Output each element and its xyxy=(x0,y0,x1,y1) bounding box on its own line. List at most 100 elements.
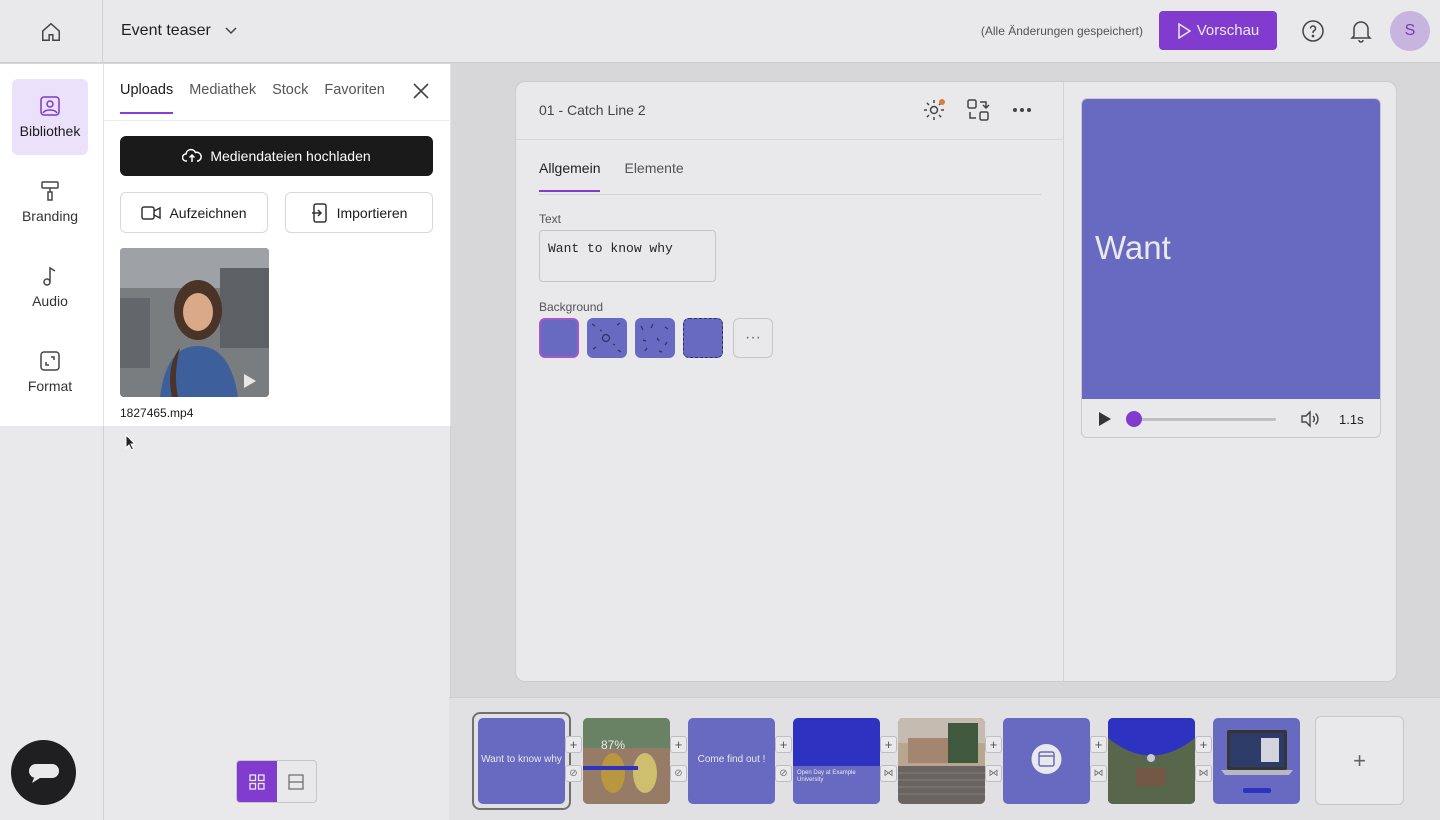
swap-layout-button[interactable] xyxy=(966,98,990,122)
add-scene-after-button[interactable]: + xyxy=(1195,736,1212,753)
preview-canvas: Want xyxy=(1082,99,1380,399)
swap-icon xyxy=(967,99,990,121)
scene-thumbnail-6[interactable] xyxy=(1003,718,1090,804)
scene-thumbnail-8[interactable] xyxy=(1213,718,1300,804)
upload-media-button[interactable]: Mediendateien hochladen xyxy=(120,136,433,176)
scene-thumbnail-4[interactable]: Open Day at Example University xyxy=(793,718,880,804)
list-view-button[interactable] xyxy=(277,761,317,802)
add-scene-after-button[interactable]: + xyxy=(1090,736,1107,753)
seek-handle[interactable] xyxy=(1126,411,1142,427)
preview-button[interactable]: Vorschau xyxy=(1159,11,1277,50)
add-scene-button[interactable]: + xyxy=(1315,716,1404,805)
background-swatch-dashed[interactable] xyxy=(683,318,723,358)
view-toggle xyxy=(236,760,317,803)
scene-settings: 01 - Catch Line 2 Allgemein Elemente Tex… xyxy=(516,82,1064,681)
text-input[interactable]: Want to know why xyxy=(539,230,716,282)
preview-text: Want xyxy=(1095,229,1171,266)
image-icon xyxy=(40,96,60,116)
bell-icon xyxy=(1350,21,1372,43)
background-label: Background xyxy=(539,300,604,314)
background-swatch-circles[interactable] xyxy=(587,318,627,358)
play-icon xyxy=(1099,412,1111,426)
seek-track[interactable] xyxy=(1134,418,1276,421)
transition-icon[interactable]: ⋈ xyxy=(1090,765,1107,782)
tab-stock[interactable]: Stock xyxy=(272,82,308,114)
divider xyxy=(539,194,1041,195)
scene-settings-button[interactable] xyxy=(922,98,946,122)
rail-item-bibliothek[interactable]: Bibliothek xyxy=(12,79,88,155)
mouse-cursor-icon xyxy=(125,434,137,451)
no-transition-icon[interactable]: ⊘ xyxy=(670,765,687,782)
no-transition-icon[interactable]: ⊘ xyxy=(565,765,582,782)
help-button[interactable] xyxy=(1301,19,1325,43)
transition-icon[interactable]: ⋈ xyxy=(880,765,897,782)
scene-thumbnail-5[interactable] xyxy=(898,718,985,804)
resize-icon xyxy=(40,351,60,371)
add-scene-after-button[interactable]: + xyxy=(985,736,1002,753)
rail-item-branding[interactable]: Branding xyxy=(12,164,88,240)
top-bar: Event teaser (Alle Änderungen gespeicher… xyxy=(0,0,1440,63)
divider xyxy=(516,139,1064,140)
scene-thumbnail-3[interactable]: Come find out ! xyxy=(688,718,775,804)
rail-item-label: Format xyxy=(27,378,73,394)
project-title-dropdown[interactable]: Event teaser xyxy=(121,22,237,40)
scene-text: Come find out ! xyxy=(697,754,766,765)
tab-elemente[interactable]: Elemente xyxy=(624,160,683,192)
help-icon xyxy=(1302,20,1324,42)
rail-item-label: Bibliothek xyxy=(19,123,81,139)
tab-mediathek[interactable]: Mediathek xyxy=(189,82,256,114)
scene-thumbnail-2[interactable]: 87% xyxy=(583,718,670,804)
play-button[interactable] xyxy=(1098,411,1112,427)
library-panel: Uploads Mediathek Stock Favoriten Medien… xyxy=(104,64,451,820)
grid-view-button[interactable] xyxy=(237,761,277,802)
paint-roller-icon xyxy=(41,181,59,201)
grid-icon xyxy=(249,773,265,790)
more-backgrounds-button[interactable]: ··· xyxy=(733,318,773,358)
import-button[interactable]: Importieren xyxy=(285,192,433,233)
volume-icon xyxy=(1301,410,1319,428)
cloud-upload-icon xyxy=(182,148,203,162)
rail-item-label: Branding xyxy=(21,208,79,224)
scene-editor: 01 - Catch Line 2 Allgemein Elemente Tex… xyxy=(515,81,1397,682)
background-swatch-lines[interactable] xyxy=(635,318,675,358)
video-camera-icon xyxy=(141,205,162,220)
add-scene-after-button[interactable]: + xyxy=(775,736,792,753)
add-scene-after-button[interactable]: + xyxy=(670,736,687,753)
no-transition-icon[interactable]: ⊘ xyxy=(775,765,792,782)
music-note-icon xyxy=(43,266,56,286)
media-thumbnail[interactable] xyxy=(120,248,269,397)
chevron-down-icon xyxy=(225,27,237,35)
preview-label: Vorschau xyxy=(1196,22,1260,39)
rail-item-audio[interactable]: Audio xyxy=(12,249,88,325)
save-status: (Alle Änderungen gespeichert) xyxy=(980,24,1143,38)
user-avatar[interactable]: S xyxy=(1390,11,1430,51)
home-button[interactable] xyxy=(0,0,103,63)
video-thumbnail-image xyxy=(120,248,269,397)
add-scene-after-button[interactable]: + xyxy=(880,736,897,753)
tab-favoriten[interactable]: Favoriten xyxy=(324,82,384,114)
divider xyxy=(104,120,451,121)
rail-item-format[interactable]: Format xyxy=(12,334,88,410)
tab-allgemein[interactable]: Allgemein xyxy=(539,160,601,192)
volume-button[interactable] xyxy=(1300,410,1320,428)
import-label: Importieren xyxy=(336,204,408,221)
more-horizontal-icon xyxy=(1013,108,1031,112)
transition-icon[interactable]: ⋈ xyxy=(1195,765,1212,782)
background-swatch-plain[interactable] xyxy=(539,318,579,358)
notifications-button[interactable] xyxy=(1350,19,1372,43)
more-options-button[interactable] xyxy=(1010,102,1034,118)
record-button[interactable]: Aufzeichnen xyxy=(120,192,268,233)
preview-player: 1.1s xyxy=(1082,399,1380,437)
calendar-icon xyxy=(1031,744,1062,774)
transition-icon[interactable]: ⋈ xyxy=(985,765,1002,782)
close-panel-button[interactable] xyxy=(412,82,430,100)
add-scene-after-button[interactable]: + xyxy=(565,736,582,753)
gear-icon xyxy=(924,99,945,120)
chat-button[interactable] xyxy=(11,740,76,805)
tab-uploads[interactable]: Uploads xyxy=(120,82,174,114)
project-title: Event teaser xyxy=(121,22,211,39)
scene-thumbnail-1[interactable]: Want to know why xyxy=(478,718,565,804)
scene-image xyxy=(898,718,985,804)
media-file-name: 1827465.mp4 xyxy=(120,406,194,420)
scene-thumbnail-7[interactable] xyxy=(1108,718,1195,804)
